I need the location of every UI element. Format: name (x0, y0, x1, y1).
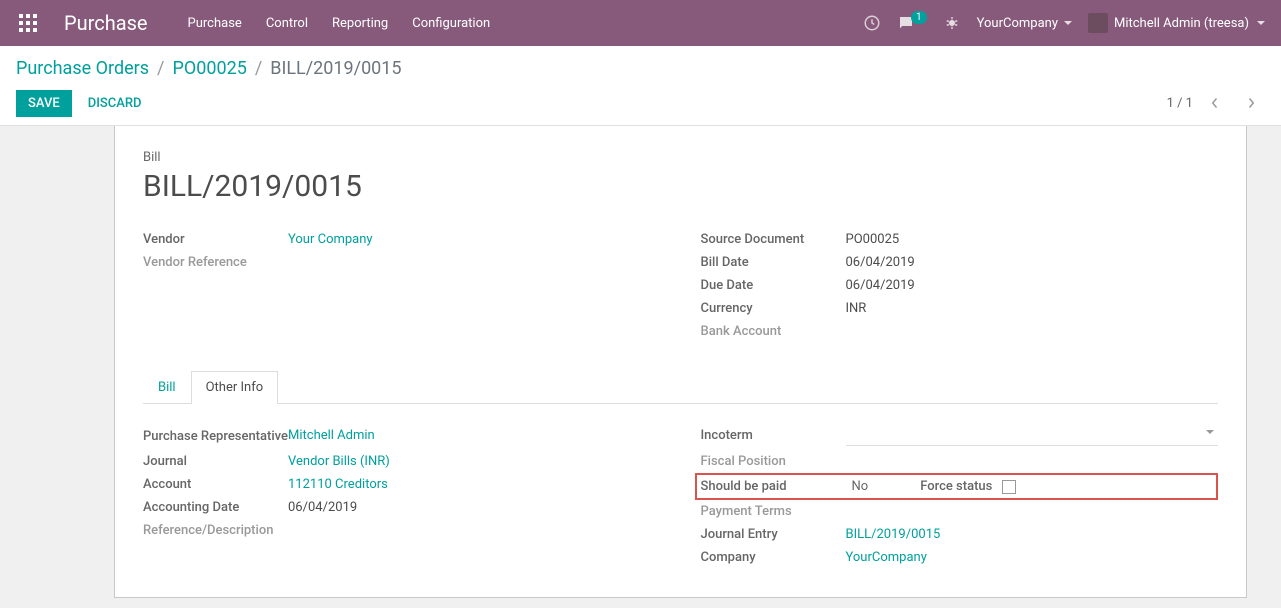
shouldpay-label: Should be paid (701, 479, 846, 494)
bank-label: Bank Account (701, 324, 846, 339)
clock-icon[interactable] (863, 14, 881, 32)
pager-prev[interactable] (1201, 89, 1229, 117)
source-label: Source Document (701, 232, 846, 247)
journal-label: Journal (143, 454, 288, 469)
app-name[interactable]: Purchase (64, 11, 148, 35)
title-label: Bill (143, 150, 1218, 165)
rep-value[interactable]: Mitchell Admin (288, 428, 375, 443)
refdesc-value[interactable] (288, 523, 661, 538)
company-value[interactable]: YourCompany (846, 550, 927, 565)
incoterm-select[interactable] (846, 428, 1219, 446)
menu-configuration[interactable]: Configuration (412, 16, 490, 31)
chevron-down-icon (1206, 430, 1214, 434)
apps-icon[interactable] (16, 11, 40, 35)
topbar: Purchase Purchase Control Reporting Conf… (0, 0, 1281, 46)
accdate-label: Accounting Date (143, 500, 288, 515)
breadcrumb-sep: / (157, 58, 164, 79)
action-buttons: SAVE DISCARD (16, 90, 146, 117)
pager-next[interactable] (1237, 89, 1265, 117)
discard-button[interactable]: DISCARD (84, 90, 146, 117)
left-column: Vendor Your Company Vendor Reference (143, 228, 661, 343)
force-status-checkbox[interactable] (1002, 480, 1016, 494)
other-right: Incoterm Fiscal Position Should be paid … (701, 424, 1219, 569)
refdesc-label: Reference/Description (143, 523, 288, 538)
menu-control[interactable]: Control (266, 16, 308, 31)
menu-purchase[interactable]: Purchase (188, 16, 242, 31)
bank-value[interactable] (846, 324, 1219, 339)
breadcrumb-sep: / (255, 58, 262, 79)
duedate-value[interactable]: 06/04/2019 (846, 278, 1219, 293)
pager-text: 1 / 1 (1167, 96, 1193, 111)
form-sheet: Bill BILL/2019/0015 Vendor Your Company … (114, 126, 1247, 598)
breadcrumb: Purchase Orders / PO00025 / BILL/2019/00… (16, 58, 1265, 79)
account-label: Account (143, 477, 288, 492)
other-left: Purchase Representative Mitchell Admin J… (143, 424, 661, 569)
vendor-ref-label: Vendor Reference (143, 255, 288, 270)
incoterm-label: Incoterm (701, 428, 846, 446)
vendor-ref-value[interactable] (288, 255, 661, 270)
tab-other-info[interactable]: Other Info (191, 371, 279, 403)
top-right: 1 YourCompany Mitchell Admin (treesa) (863, 13, 1265, 33)
account-value[interactable]: 112110 Creditors (288, 477, 388, 492)
messages-button[interactable]: 1 (897, 14, 927, 32)
payterms-label: Payment Terms (701, 504, 846, 519)
avatar (1088, 13, 1108, 33)
message-badge: 1 (911, 11, 927, 24)
vendor-value[interactable]: Your Company (288, 232, 373, 247)
pager: 1 / 1 (1167, 89, 1265, 117)
vendor-label: Vendor (143, 232, 288, 247)
company-name: YourCompany (977, 16, 1058, 31)
user-menu[interactable]: Mitchell Admin (treesa) (1088, 13, 1265, 33)
tab-bill[interactable]: Bill (143, 371, 191, 403)
billdate-label: Bill Date (701, 255, 846, 270)
menu-reporting[interactable]: Reporting (332, 16, 388, 31)
fiscal-label: Fiscal Position (701, 454, 846, 469)
journal-value[interactable]: Vendor Bills (INR) (288, 454, 390, 469)
accdate-value[interactable]: 06/04/2019 (288, 500, 661, 515)
journalentry-value[interactable]: BILL/2019/0015 (846, 527, 941, 542)
billdate-value[interactable]: 06/04/2019 (846, 255, 1219, 270)
control-panel: Purchase Orders / PO00025 / BILL/2019/00… (0, 46, 1281, 126)
top-menu: Purchase Control Reporting Configuration (188, 16, 863, 31)
currency-label: Currency (701, 301, 846, 316)
chevron-down-icon (1064, 21, 1072, 25)
source-value: PO00025 (846, 232, 1219, 247)
save-button[interactable]: SAVE (16, 90, 72, 117)
breadcrumb-parent[interactable]: PO00025 (172, 58, 246, 79)
duedate-label: Due Date (701, 278, 846, 293)
tabs: Bill Other Info (143, 371, 1218, 404)
rep-label: Purchase Representative (143, 428, 288, 446)
payterms-value[interactable] (846, 504, 1219, 519)
currency-value[interactable]: INR (846, 301, 1219, 316)
force-status-label: Force status (920, 479, 992, 494)
chevron-down-icon (1257, 21, 1265, 25)
shouldpay-value: No (852, 479, 869, 494)
user-name: Mitchell Admin (treesa) (1114, 16, 1249, 31)
company-label: Company (701, 550, 846, 565)
journalentry-label: Journal Entry (701, 527, 846, 542)
company-selector[interactable]: YourCompany (977, 16, 1072, 31)
bug-icon[interactable] (943, 14, 961, 32)
breadcrumb-root[interactable]: Purchase Orders (16, 58, 149, 79)
right-column: Source Document PO00025 Bill Date 06/04/… (701, 228, 1219, 343)
breadcrumb-current: BILL/2019/0015 (270, 58, 401, 79)
fiscal-value[interactable] (846, 454, 1219, 469)
should-be-paid-row: Should be paid No Force status (695, 473, 1219, 500)
page-title: BILL/2019/0015 (143, 169, 1218, 204)
title-section: Bill BILL/2019/0015 (143, 150, 1218, 204)
